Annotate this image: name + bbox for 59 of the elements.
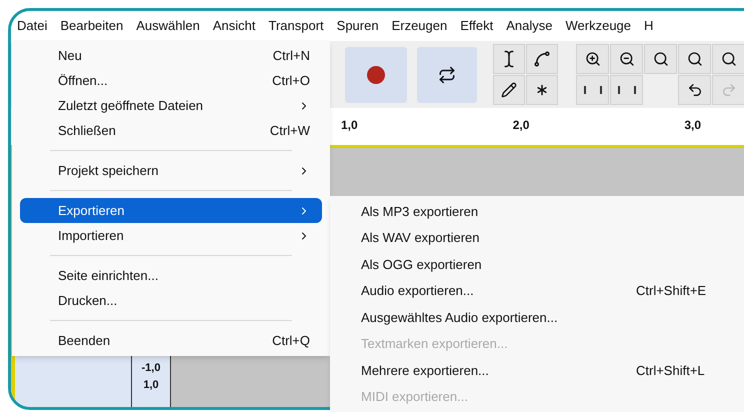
zoom-out-icon	[618, 51, 634, 67]
multi-tool-button[interactable]	[526, 75, 558, 105]
zoom-in-icon	[584, 51, 600, 67]
ruler-label: 3,0	[684, 117, 702, 134]
menu-item[interactable]: Schließen Ctrl+W	[20, 118, 322, 143]
envelope-icon	[533, 50, 551, 68]
submenu-item[interactable]: Mehrere exportieren... Ctrl+Shift+L	[330, 357, 744, 384]
redo-icon	[720, 82, 736, 98]
menu-bar-item[interactable]: H	[644, 16, 654, 36]
loop-button[interactable]	[417, 46, 477, 102]
draw-tool-button[interactable]	[493, 75, 525, 105]
magnifier-icon	[686, 51, 702, 67]
menu-bar-item[interactable]: Effekt	[460, 16, 494, 36]
fit-project-button[interactable]	[678, 44, 711, 74]
undo-icon	[686, 82, 702, 98]
submenu-item[interactable]: Audio exportieren... Ctrl+Shift+E	[330, 278, 744, 304]
menu-bar-item[interactable]: Auswählen	[136, 16, 200, 36]
menu-item[interactable]: Beenden Ctrl+Q	[20, 328, 322, 353]
undo-button[interactable]	[678, 75, 711, 105]
pencil-icon	[501, 82, 517, 98]
scale-label: -1,0	[142, 361, 160, 376]
silence-icon	[618, 86, 636, 94]
menu-bar-item[interactable]: Analyse	[506, 16, 552, 36]
menu-item[interactable]: Importieren	[20, 223, 322, 248]
menu-bar-item[interactable]: Datei	[17, 16, 48, 36]
submenu-item[interactable]: Ausgewähltes Audio exportieren...	[330, 304, 744, 330]
menu-bar-item[interactable]: Ansicht	[212, 16, 256, 36]
trim-icon	[584, 86, 602, 94]
submenu-item[interactable]: Als OGG exportieren	[330, 251, 744, 278]
menu-item[interactable]: Seite einrichten...	[20, 263, 322, 288]
submenu-item[interactable]: Als MP3 exportieren	[330, 198, 744, 224]
loop-icon	[438, 66, 456, 84]
ruler-label: 2,0	[512, 117, 530, 134]
select-tool-button[interactable]	[493, 44, 525, 74]
ruler-label: 1,0	[341, 117, 358, 134]
magnifier-icon	[720, 51, 736, 67]
envelope-tool-button[interactable]	[526, 44, 558, 74]
trim-button[interactable]	[576, 75, 609, 105]
zoom-toggle-button[interactable]	[712, 44, 744, 74]
fit-selection-button[interactable]	[644, 44, 677, 74]
record-icon	[367, 66, 385, 84]
menu-item[interactable]: Öffnen... Ctrl+O	[20, 68, 322, 93]
menu-item[interactable]: Zuletzt geöffnete Dateien	[20, 93, 322, 118]
record-button[interactable]	[345, 46, 407, 102]
menu-item[interactable]: Neu Ctrl+N	[20, 43, 322, 68]
submenu-item[interactable]: Als WAV exportieren	[330, 224, 744, 251]
menu-bar-item[interactable]: Spuren	[336, 16, 379, 36]
menu-bar-item[interactable]: Werkzeuge	[566, 16, 632, 36]
zoom-in-button[interactable]	[576, 44, 609, 74]
menu-item[interactable]: Exportieren	[20, 198, 322, 223]
menu-bar-item[interactable]: Bearbeiten	[60, 16, 124, 36]
zoom-out-button[interactable]	[610, 44, 643, 74]
magnifier-icon	[652, 51, 668, 67]
menu-item[interactable]: Drucken...	[20, 288, 322, 313]
scale-label: 1,0	[143, 378, 159, 392]
menu-bar-item[interactable]: Erzeugen	[392, 16, 448, 36]
silence-button[interactable]	[610, 75, 643, 105]
menu-item[interactable]: Projekt speichern	[20, 158, 322, 183]
menu-bar-item[interactable]: Transport	[268, 16, 324, 36]
